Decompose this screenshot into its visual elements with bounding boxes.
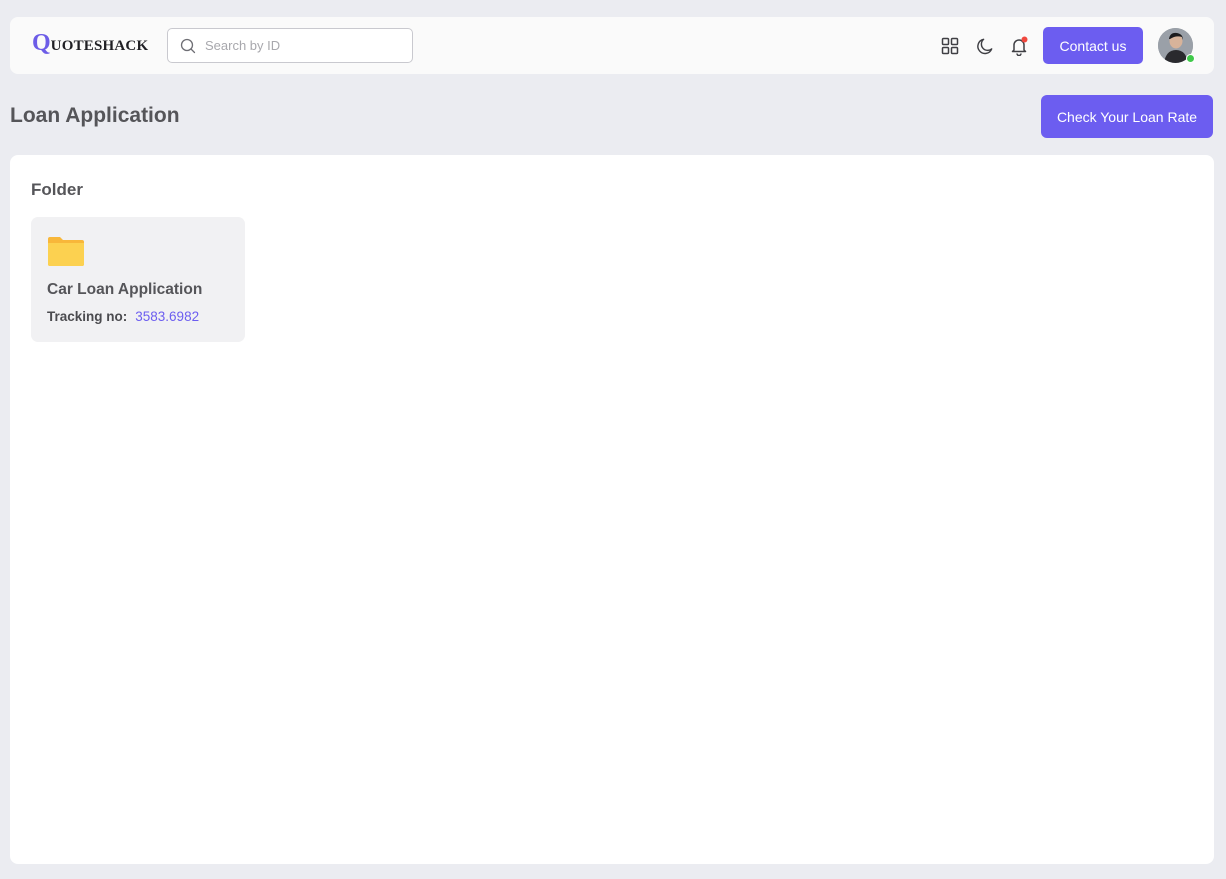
- tracking-number[interactable]: 3583.6982: [135, 309, 199, 324]
- folder-card[interactable]: Car Loan Application Tracking no: 3583.6…: [31, 217, 245, 342]
- folder-name: Car Loan Application: [47, 281, 203, 298]
- folder-icon: [48, 237, 84, 266]
- quoteshack-logo[interactable]: Q UOTESHACK: [32, 30, 148, 60]
- top-navbar: QUOTESHACK Contact us: [10, 17, 1214, 74]
- notification-dot: [1021, 36, 1028, 43]
- online-status-dot: [1186, 54, 1195, 63]
- check-loan-rate-button[interactable]: Check Your Loan Rate: [1041, 95, 1213, 138]
- page-title: Loan Application: [10, 104, 180, 127]
- folder-panel: Folder Car Loan Application Tracking no:…: [10, 155, 1214, 864]
- search-input[interactable]: [205, 38, 395, 53]
- dark-mode-moon-icon[interactable]: [975, 36, 995, 56]
- search-icon: [180, 38, 196, 53]
- apps-grid-icon[interactable]: [940, 36, 960, 56]
- logo-text: UOTESHACK: [50, 38, 149, 54]
- contact-us-button[interactable]: Contact us: [1043, 27, 1143, 64]
- tracking-info: Tracking no: 3583.6982: [47, 309, 199, 324]
- logo-initial: Q: [32, 30, 51, 56]
- search-box: [167, 28, 413, 63]
- user-avatar[interactable]: [1158, 28, 1195, 63]
- tracking-label: Tracking no:: [47, 309, 128, 324]
- notification-bell-icon[interactable]: [1009, 36, 1029, 56]
- folder-section-title: Folder: [31, 180, 83, 199]
